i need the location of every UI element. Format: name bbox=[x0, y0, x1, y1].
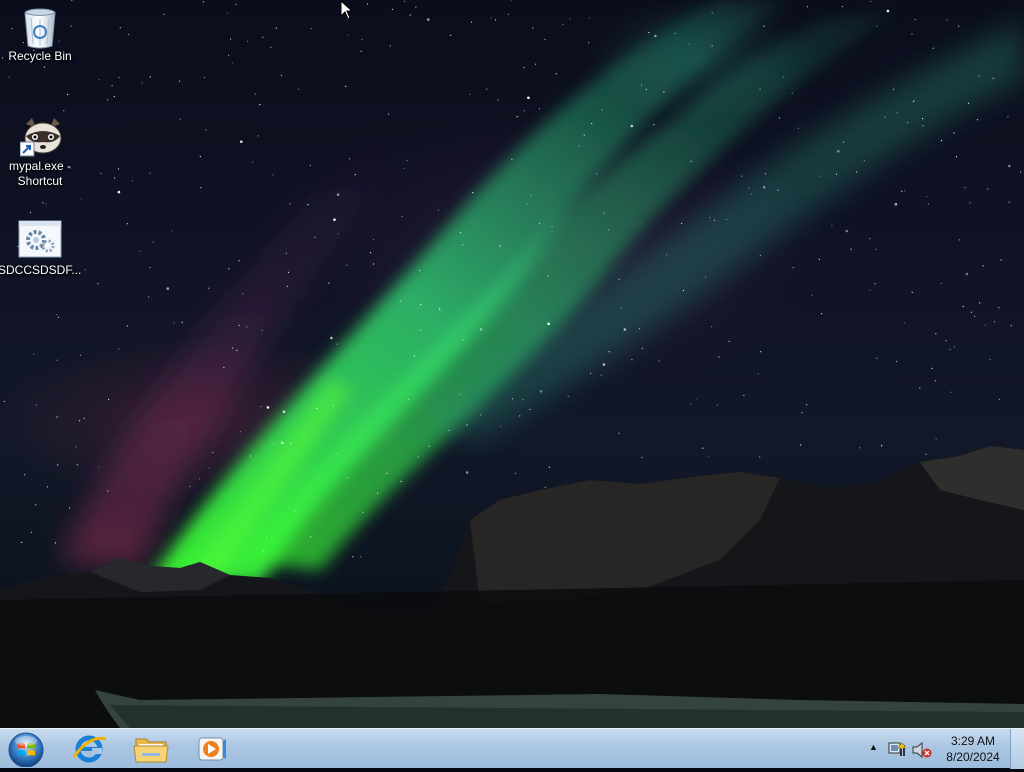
show-hidden-icons-button[interactable]: ▲ bbox=[869, 742, 878, 752]
network-icon bbox=[888, 742, 907, 756]
show-desktop-button[interactable] bbox=[1010, 729, 1024, 769]
windows-logo-icon bbox=[8, 732, 44, 768]
clock-time: 3:29 AM bbox=[950, 734, 996, 748]
taskbar: ▲ 3:29 AM 8/20/2024 bbox=[0, 728, 1024, 769]
taskbar-media-player-button[interactable] bbox=[184, 731, 238, 767]
network-tray-button[interactable] bbox=[888, 740, 908, 763]
media-player-icon bbox=[198, 737, 226, 761]
desktop-icon-mypal-shortcut[interactable]: mypal.exe - Shortcut bbox=[0, 116, 80, 189]
clock-date: 8/20/2024 bbox=[946, 750, 1000, 764]
sdccsdsdf-file-label: SDCCSDSDF... bbox=[0, 263, 82, 277]
raccoon-app-icon bbox=[19, 116, 62, 157]
desktop-wallpaper: Recycle Bin mypal.exe - Shortcut SDCCSDS… bbox=[0, 0, 1024, 728]
volume-tray-button[interactable] bbox=[912, 741, 932, 764]
recycle-bin-label: Recycle Bin bbox=[8, 49, 72, 63]
taskbar-file-explorer-button[interactable] bbox=[124, 731, 178, 767]
file-explorer-folder-icon bbox=[133, 738, 169, 763]
internet-explorer-icon bbox=[72, 735, 107, 763]
mypal-shortcut-label: mypal.exe - Shortcut bbox=[8, 159, 72, 188]
volume-muted-icon bbox=[912, 741, 932, 759]
mountain-landscape bbox=[0, 446, 1024, 728]
recycle-bin-icon bbox=[20, 6, 60, 49]
taskbar-internet-explorer-button[interactable] bbox=[62, 731, 116, 767]
desktop-icon-sdccsdsdf-file[interactable]: SDCCSDSDF... bbox=[0, 220, 82, 278]
settings-gear-file-icon bbox=[18, 220, 62, 260]
mouse-pointer-icon bbox=[340, 0, 354, 20]
start-button[interactable] bbox=[6, 731, 46, 768]
taskbar-clock[interactable]: 3:29 AM 8/20/2024 bbox=[938, 733, 1008, 765]
desktop-icon-recycle-bin[interactable]: Recycle Bin bbox=[0, 6, 80, 64]
